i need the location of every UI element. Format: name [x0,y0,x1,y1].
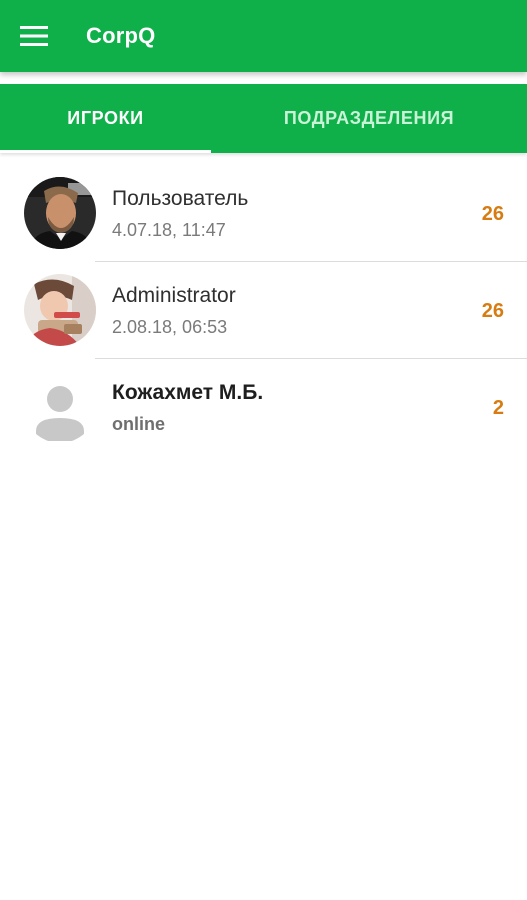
player-last-seen: 2.08.18, 06:53 [112,317,228,337]
top-app-bar: CorpQ [0,0,527,72]
app-title: CorpQ [86,23,156,48]
player-status: online [112,414,165,434]
player-row[interactable]: Administrator 2.08.18, 06:53 26 [0,262,527,359]
app-screen: CorpQ ИГРОКИ ПОДРАЗДЕЛЕНИЯ Пользователь … [0,0,527,900]
tab-players-label: ИГРОКИ [67,108,144,128]
tab-players[interactable]: ИГРОКИ [0,84,211,153]
hamburger-menu-icon [20,26,48,46]
player-score: 26 [481,203,504,225]
tab-bar: ИГРОКИ ПОДРАЗДЕЛЕНИЯ [0,84,527,153]
menu-button[interactable] [14,16,54,56]
player-name: Кожахмет М.Б. [112,381,264,404]
player-name: Administrator [112,284,236,307]
selected-tab-indicator [0,150,211,153]
tab-departments[interactable]: ПОДРАЗДЕЛЕНИЯ [211,84,527,153]
user-photo-avatar [24,177,96,249]
user-photo-avatar [24,274,96,346]
player-row[interactable]: Кожахмет М.Б. online 2 [0,359,527,456]
player-name: Пользователь [112,187,249,210]
tab-departments-label: ПОДРАЗДЕЛЕНИЯ [283,108,455,128]
player-score: 2 [492,397,504,419]
player-row[interactable]: Пользователь 4.07.18, 11:47 26 [0,165,527,262]
player-score: 26 [481,300,504,322]
players-list: Пользователь 4.07.18, 11:47 26 Administr… [0,165,527,456]
player-last-seen: 4.07.18, 11:47 [112,220,226,240]
default-person-icon [24,371,96,443]
